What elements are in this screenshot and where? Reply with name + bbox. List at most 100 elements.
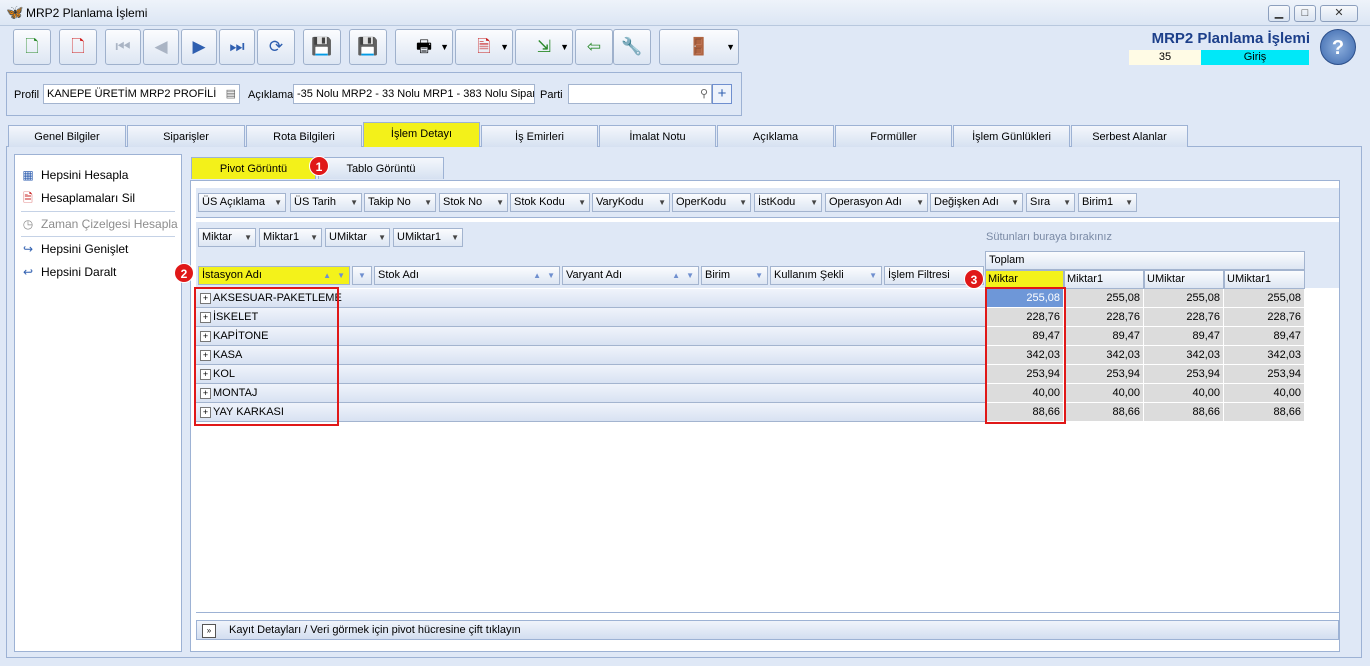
- tab-rota-bilgileri[interactable]: Rota Bilgileri: [246, 125, 362, 147]
- exit-button[interactable]: 🚪 ▼: [659, 29, 739, 65]
- filter-field-takip-no[interactable]: Takip No ▼: [364, 193, 436, 212]
- close-button[interactable]: ✕: [1320, 5, 1358, 22]
- filter-field-stok-kodu[interactable]: Stok Kodu ▼: [510, 193, 590, 212]
- filter-field-operasyon-adi[interactable]: Operasyon Adı ▼: [825, 193, 928, 212]
- refresh-button[interactable]: ⟳: [257, 29, 295, 65]
- minimize-button[interactable]: ▁: [1268, 5, 1290, 22]
- tab-formuller[interactable]: Formüller: [835, 125, 952, 147]
- search-icon[interactable]: ⚲: [700, 85, 708, 103]
- export-pdf-button[interactable]: 🗎 ▼: [455, 29, 513, 65]
- delete-record-button[interactable]: 🗋: [59, 29, 97, 65]
- restore-button[interactable]: □: [1294, 5, 1316, 22]
- aciklama-field[interactable]: -35 Nolu MRP2 - 33 Nolu MRP1 - 383 Nolu …: [293, 84, 535, 104]
- delete-calculations-label: Hesaplamaları Sil: [41, 191, 136, 205]
- cancel-save-button[interactable]: 💾: [349, 29, 387, 65]
- help-button[interactable]: ?: [1320, 29, 1356, 65]
- chevron-down-icon: ▼: [578, 198, 586, 207]
- record-details-bar[interactable]: » Kayıt Detayları / Veri görmek için piv…: [196, 620, 1339, 640]
- column-header-umiktar[interactable]: UMiktar: [1144, 270, 1224, 289]
- settings-button[interactable]: 🔧: [613, 29, 651, 65]
- print-button[interactable]: 🖶 ▼: [395, 29, 453, 65]
- expand-down-icon[interactable]: »: [202, 624, 216, 638]
- row-field-label: Kullanım Şekli: [774, 269, 844, 281]
- filter-field-us-tarih[interactable]: ÜS Tarih ▼: [290, 193, 362, 212]
- filter-field-degisken-adi[interactable]: Değişken Adı ▼: [930, 193, 1023, 212]
- splitter[interactable]: [196, 612, 1339, 613]
- pivot-cell[interactable]: 89,47: [1144, 327, 1224, 346]
- splitter-grip[interactable]: ......: [758, 605, 779, 615]
- row-field-kullanim-sekli[interactable]: Kullanım Şekli ▼: [770, 266, 882, 285]
- row-field-stok-adi[interactable]: Stok Adı ▲ ▼: [374, 266, 560, 285]
- filter-field-operkodu[interactable]: OperKodu ▼: [672, 193, 751, 212]
- prev-record-button[interactable]: ◀: [143, 29, 179, 65]
- row-field-label: Birim: [705, 269, 731, 281]
- delete-calculations-item[interactable]: 🗎 Hesaplamaları Sil: [21, 188, 135, 208]
- row-field-birim[interactable]: Birim ▼: [701, 266, 768, 285]
- pivot-cell[interactable]: 88,66: [1224, 403, 1305, 422]
- new-record-button[interactable]: 🗋: [13, 29, 51, 65]
- pivot-cell[interactable]: 255,08: [1224, 289, 1305, 308]
- filter-field-sira[interactable]: Sıra ▼: [1026, 193, 1075, 212]
- pivot-cell[interactable]: 253,94: [1224, 365, 1305, 384]
- filter-field-label: Birim1: [1082, 196, 1114, 208]
- profil-value: KANEPE ÜRETİM MRP2 PROFİLİ: [47, 88, 217, 100]
- tab-imalat-notu[interactable]: İmalat Notu: [599, 125, 716, 147]
- pivot-cell[interactable]: 255,08: [1064, 289, 1144, 308]
- calculate-all-item[interactable]: ▦ Hepsini Hesapla: [21, 165, 128, 185]
- expand-all-item[interactable]: ↪ Hepsini Genişlet: [21, 239, 128, 259]
- import-button[interactable]: ⇦: [575, 29, 613, 65]
- pivot-cell[interactable]: 88,66: [1064, 403, 1144, 422]
- first-record-button[interactable]: ⏮: [105, 29, 141, 65]
- column-header-umiktar1[interactable]: UMiktar1: [1224, 270, 1305, 289]
- filter-field-us-aciklama[interactable]: ÜS Açıklama ▼: [198, 193, 286, 212]
- export-button[interactable]: ⇲ ▼: [515, 29, 573, 65]
- subtab-tablo[interactable]: Tablo Görüntü: [318, 157, 444, 179]
- pivot-cell[interactable]: 88,66: [1144, 403, 1224, 422]
- row-field-varyant-adi[interactable]: Varyant Adı ▲ ▼: [562, 266, 699, 285]
- filter-icon[interactable]: ▼: [352, 266, 372, 285]
- profil-field[interactable]: KANEPE ÜRETİM MRP2 PROFİLİ ▤: [43, 84, 240, 104]
- data-field-miktar[interactable]: Miktar ▼: [198, 228, 256, 247]
- pivot-cell[interactable]: 228,76: [1224, 308, 1305, 327]
- next-record-button[interactable]: ▶: [181, 29, 217, 65]
- filter-field-label: Takip No: [368, 196, 411, 208]
- tab-islem-gunlukleri[interactable]: İşlem Günlükleri: [953, 125, 1070, 147]
- column-header-miktar1[interactable]: Miktar1: [1064, 270, 1144, 289]
- tab-is-emirleri[interactable]: İş Emirleri: [481, 125, 598, 147]
- parti-field[interactable]: ⚲: [568, 84, 712, 104]
- pivot-cell[interactable]: 89,47: [1064, 327, 1144, 346]
- tab-aciklama[interactable]: Açıklama: [717, 125, 834, 147]
- subtab-pivot[interactable]: Pivot Görüntü: [191, 157, 316, 179]
- tab-serbest-alanlar[interactable]: Serbest Alanlar: [1071, 125, 1188, 147]
- pivot-cell[interactable]: 40,00: [1144, 384, 1224, 403]
- pivot-cell[interactable]: 40,00: [1064, 384, 1144, 403]
- list-icon[interactable]: ▤: [226, 85, 236, 103]
- chevron-down-icon: ▼: [658, 198, 666, 207]
- data-field-miktar1[interactable]: Miktar1 ▼: [259, 228, 322, 247]
- schedule-calc-item[interactable]: ◷ Zaman Çizelgesi Hesapla: [21, 214, 178, 234]
- pivot-cell[interactable]: 342,03: [1144, 346, 1224, 365]
- last-record-button[interactable]: ⏭: [219, 29, 255, 65]
- pivot-cell[interactable]: 342,03: [1224, 346, 1305, 365]
- filter-field-varykodu[interactable]: VaryKodu ▼: [592, 193, 670, 212]
- filter-field-birim1[interactable]: Birim1 ▼: [1078, 193, 1137, 212]
- add-parti-button[interactable]: +: [712, 84, 732, 104]
- pivot-cell[interactable]: 89,47: [1224, 327, 1305, 346]
- pivot-cell[interactable]: 253,94: [1064, 365, 1144, 384]
- row-field-istasyon-adi[interactable]: İstasyon Adı ▲ ▼: [198, 266, 350, 285]
- pivot-cell[interactable]: 40,00: [1224, 384, 1305, 403]
- pivot-cell[interactable]: 342,03: [1064, 346, 1144, 365]
- pivot-cell[interactable]: 253,94: [1144, 365, 1224, 384]
- save-button[interactable]: 💾: [303, 29, 341, 65]
- tab-genel-bilgiler[interactable]: Genel Bilgiler: [8, 125, 126, 147]
- collapse-all-item[interactable]: ↩ Hepsini Daralt: [21, 262, 116, 282]
- pivot-cell[interactable]: 228,76: [1064, 308, 1144, 327]
- data-field-umiktar1[interactable]: UMiktar1 ▼: [393, 228, 463, 247]
- tab-islem-detayi[interactable]: İşlem Detayı: [363, 122, 480, 147]
- filter-field-stok-no[interactable]: Stok No ▼: [439, 193, 508, 212]
- tab-siparisler[interactable]: Siparişler: [127, 125, 245, 147]
- pivot-cell[interactable]: 255,08: [1144, 289, 1224, 308]
- filter-field-istkodu[interactable]: İstKodu ▼: [754, 193, 822, 212]
- data-field-umiktar[interactable]: UMiktar ▼: [325, 228, 390, 247]
- pivot-cell[interactable]: 228,76: [1144, 308, 1224, 327]
